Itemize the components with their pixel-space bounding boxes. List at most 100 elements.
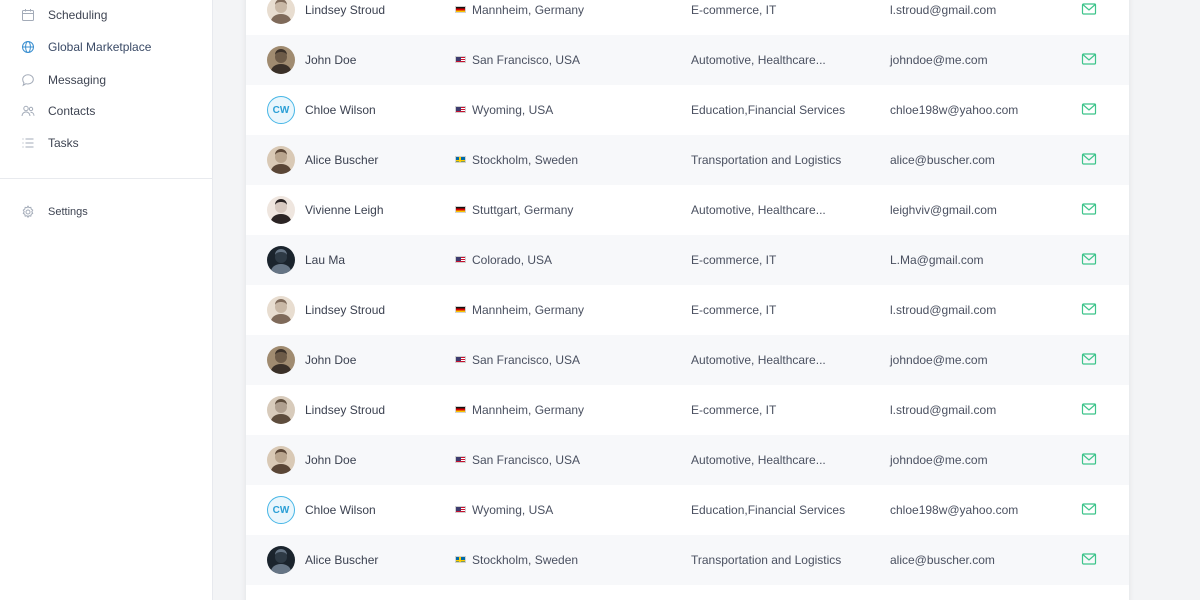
calendar-icon: [21, 8, 35, 22]
contact-name: Lindsey Stroud: [305, 303, 386, 317]
contact-name: Lau Ma: [305, 253, 346, 267]
contact-name: Lindsey Stroud: [305, 3, 386, 17]
table-row[interactable]: John Doe San Francisco, USA Automotive, He…: [246, 335, 1129, 385]
contact-name: Vivienne Leigh: [305, 203, 384, 217]
contact-email[interactable]: johndoe@me.com: [890, 453, 988, 467]
sidebar: Scheduling Global Marketplace Messaging: [0, 0, 213, 600]
table-row[interactable]: Lindsey Stroud Mannheim, Germany E-commerc…: [246, 0, 1129, 35]
avatar: [267, 296, 295, 324]
mail-icon[interactable]: [1081, 552, 1097, 566]
settings-label: Settings: [48, 206, 88, 218]
contact-industry: E-commerce, IT: [691, 253, 777, 267]
contact-industry: E-commerce, IT: [691, 303, 777, 317]
contact-email[interactable]: alice@buscher.com: [890, 553, 995, 567]
usa-flag-icon: [455, 256, 466, 263]
sidebar-item-messaging[interactable]: Messaging: [0, 66, 213, 94]
germany-flag-icon: [455, 406, 466, 413]
avatar: [267, 396, 295, 424]
germany-flag-icon: [455, 306, 466, 313]
table-row[interactable]: Lindsey Stroud Mannheim, Germany E-commerc…: [246, 285, 1129, 335]
sidebar-item-contacts[interactable]: Contacts: [0, 97, 213, 125]
mail-icon[interactable]: [1081, 252, 1097, 266]
globe-icon: [21, 40, 35, 54]
contact-industry: E-commerce, IT: [691, 3, 777, 17]
initials-avatar: CW: [267, 496, 295, 524]
contact-email[interactable]: L.Ma@gmail.com: [890, 253, 984, 267]
mail-icon[interactable]: [1081, 2, 1097, 16]
contact-email[interactable]: l.stroud@gmail.com: [890, 403, 996, 417]
avatar: [267, 46, 295, 74]
contact-industry: Transportation and Logistics: [691, 553, 842, 567]
sidebar-item-settings[interactable]: Settings: [0, 198, 213, 226]
contact-email[interactable]: chloe198w@yahoo.com: [890, 103, 1018, 117]
sidebar-item-scheduling[interactable]: Scheduling: [0, 1, 213, 29]
contact-location: Stockholm, Sweden: [472, 553, 579, 567]
contact-name: John Doe: [305, 53, 357, 67]
mail-icon[interactable]: [1081, 52, 1097, 66]
mail-icon[interactable]: [1081, 452, 1097, 466]
mail-icon[interactable]: [1081, 102, 1097, 116]
sidebar-item-tasks[interactable]: Tasks: [0, 129, 213, 157]
sweden-flag-icon: [455, 556, 466, 563]
sweden-flag-icon: [455, 156, 466, 163]
avatar: [267, 446, 295, 474]
table-row[interactable]: John Doe San Francisco, USA Automotive, He…: [246, 435, 1129, 485]
sidebar-item-global-marketplace[interactable]: Global Marketplace: [0, 33, 213, 61]
contact-location: Colorado, USA: [472, 253, 553, 267]
contact-industry: Automotive, Healthcare...: [691, 53, 826, 67]
contact-name: Alice Buscher: [305, 153, 379, 167]
contact-location: Wyoming, USA: [472, 503, 554, 517]
contact-name: Chloe Wilson: [305, 103, 376, 117]
table-row[interactable]: Alice Buscher Stockholm, Sweden Transporta…: [246, 535, 1129, 585]
sidebar-item-label: Messaging: [48, 73, 107, 87]
table-row[interactable]: Vivienne Leigh Stuttgart, Germany Automoti…: [246, 185, 1129, 235]
contact-location: San Francisco, USA: [472, 53, 581, 67]
contact-email[interactable]: l.stroud@gmail.com: [890, 303, 996, 317]
contact-email[interactable]: leighviv@gmail.com: [890, 203, 997, 217]
sidebar-divider: [0, 178, 213, 179]
users-icon: [21, 104, 35, 118]
contact-email[interactable]: l.stroud@gmail.com: [890, 3, 996, 17]
mail-icon[interactable]: [1081, 502, 1097, 516]
sidebar-item-label: Tasks: [48, 136, 79, 150]
avatar: [267, 146, 295, 174]
table-row[interactable]: Alice Buscher Stockholm, Sweden Transporta…: [246, 135, 1129, 185]
contact-industry: Transportation and Logistics: [691, 153, 842, 167]
contact-location: San Francisco, USA: [472, 453, 581, 467]
contact-industry: E-commerce, IT: [691, 403, 777, 417]
contact-location: Mannheim, Germany: [472, 3, 585, 17]
avatar: [267, 346, 295, 374]
contact-email[interactable]: alice@buscher.com: [890, 153, 995, 167]
mail-icon[interactable]: [1081, 152, 1097, 166]
contact-email[interactable]: johndoe@me.com: [890, 353, 988, 367]
contact-location: San Francisco, USA: [472, 353, 581, 367]
germany-flag-icon: [455, 6, 466, 13]
contact-name: Chloe Wilson: [305, 503, 376, 517]
table-row[interactable]: John Doe San Francisco, USA Automotive, He…: [246, 35, 1129, 85]
contact-email[interactable]: chloe198w@yahoo.com: [890, 503, 1018, 517]
avatar: [267, 546, 295, 574]
mail-icon[interactable]: [1081, 302, 1097, 316]
gear-icon: [21, 205, 35, 219]
contact-name: John Doe: [305, 353, 357, 367]
contact-name: Lindsey Stroud: [305, 403, 386, 417]
mail-icon[interactable]: [1081, 352, 1097, 366]
table-row[interactable]: Lindsey Stroud Mannheim, Germany E-commerc…: [246, 385, 1129, 435]
contact-industry: Education,Financial Services: [691, 103, 846, 117]
sidebar-item-label: Global Marketplace: [48, 40, 152, 54]
avatar: [267, 246, 295, 274]
sidebar-item-label: Scheduling: [48, 8, 108, 22]
mail-icon[interactable]: [1081, 202, 1097, 216]
germany-flag-icon: [455, 206, 466, 213]
contact-industry: Automotive, Healthcare...: [691, 203, 826, 217]
mail-icon[interactable]: [1081, 402, 1097, 416]
contact-location: Stockholm, Sweden: [472, 153, 579, 167]
table-row[interactable]: Lau Ma Colorado, USA E-commerce, IT L.Ma@gm…: [246, 235, 1129, 285]
table-row[interactable]: CW Chloe Wilson Wyoming, USA Education,Fina…: [246, 485, 1129, 535]
contact-email[interactable]: johndoe@me.com: [890, 53, 988, 67]
contact-industry: Automotive, Healthcare...: [691, 353, 826, 367]
chat-bubble-icon: [21, 73, 35, 87]
table-row[interactable]: CW Chloe Wilson Wyoming, USA Education,Fina…: [246, 85, 1129, 135]
usa-flag-icon: [455, 106, 466, 113]
usa-flag-icon: [455, 506, 466, 513]
